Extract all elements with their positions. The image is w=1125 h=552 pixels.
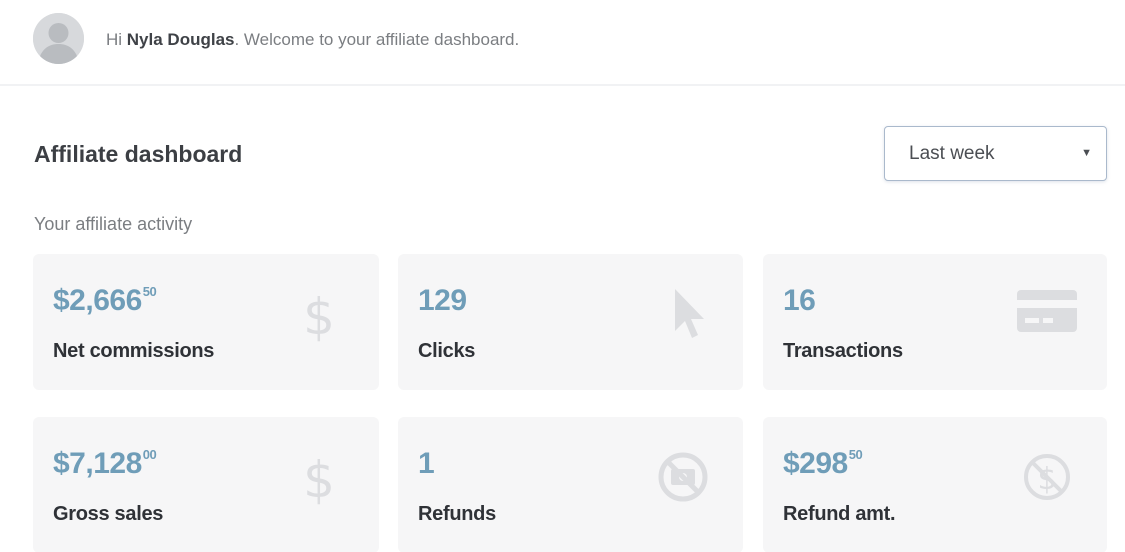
stat-card-gross-sales[interactable]: $7,12800 Gross sales $ [33, 417, 379, 552]
stat-value-main: $7,128 [53, 447, 142, 480]
page-title: Affiliate dashboard [34, 141, 243, 167]
stat-label: Refund amt. [783, 503, 896, 525]
dollar-icon: $ [289, 447, 349, 507]
dropdown-caret-icon: ▼ [1081, 147, 1092, 159]
period-select-value: Last week [909, 143, 995, 164]
affiliate-dashboard-page: Hi Nyla Douglas. Welcome to your affilia… [0, 0, 1125, 552]
stat-value-main: 16 [783, 284, 816, 317]
stat-card-refunds[interactable]: 1 Refunds [398, 417, 743, 552]
stat-value: 129 [418, 284, 467, 318]
stat-label: Transactions [783, 340, 903, 362]
user-name: Nyla Douglas [126, 30, 235, 49]
period-select[interactable]: Last week ▼ [884, 126, 1107, 181]
svg-text:$: $ [303, 451, 335, 507]
greeting-bar: Hi Nyla Douglas. Welcome to your affilia… [0, 0, 1125, 86]
stat-value-cents: 00 [142, 447, 157, 462]
stat-value-main: 1 [418, 447, 435, 480]
greeting-prefix: Hi [106, 30, 127, 49]
dollar-icon: $ [289, 284, 349, 344]
credit-card-icon [1017, 284, 1077, 344]
stat-value: $2,66650 [53, 284, 157, 318]
stat-card-refund-amount[interactable]: $29850 Refund amt. $ [763, 417, 1107, 552]
greeting-suffix: . Welcome to your affiliate dashboard. [234, 30, 520, 49]
no-refund-icon [653, 447, 713, 507]
stat-label: Clicks [418, 340, 476, 362]
stat-value-main: 129 [418, 284, 467, 317]
stat-value: 16 [783, 284, 816, 318]
svg-text:$: $ [303, 288, 335, 344]
stat-card-transactions[interactable]: 16 Transactions [763, 254, 1107, 390]
stat-label: Refunds [418, 503, 496, 525]
stat-card-clicks[interactable]: 129 Clicks [398, 254, 743, 390]
stat-value-main: $2,666 [53, 284, 142, 317]
stat-value: 1 [418, 447, 435, 481]
stat-value: $29850 [783, 447, 863, 481]
activity-section-label: Your affiliate activity [34, 214, 193, 234]
stat-label: Gross sales [53, 503, 164, 525]
stat-value-cents: 50 [142, 284, 157, 299]
stat-value: $7,12800 [53, 447, 157, 481]
cursor-icon [653, 284, 713, 344]
stat-value-main: $298 [783, 447, 848, 480]
no-dollar-icon: $ [1017, 447, 1077, 507]
avatar[interactable] [33, 13, 84, 64]
user-avatar-icon [33, 13, 84, 64]
stat-card-net-commissions[interactable]: $2,66650 Net commissions $ [33, 254, 379, 390]
stat-value-cents: 50 [848, 447, 863, 462]
greeting-message: Hi Nyla Douglas. Welcome to your affilia… [106, 30, 519, 50]
stat-label: Net commissions [53, 340, 215, 362]
